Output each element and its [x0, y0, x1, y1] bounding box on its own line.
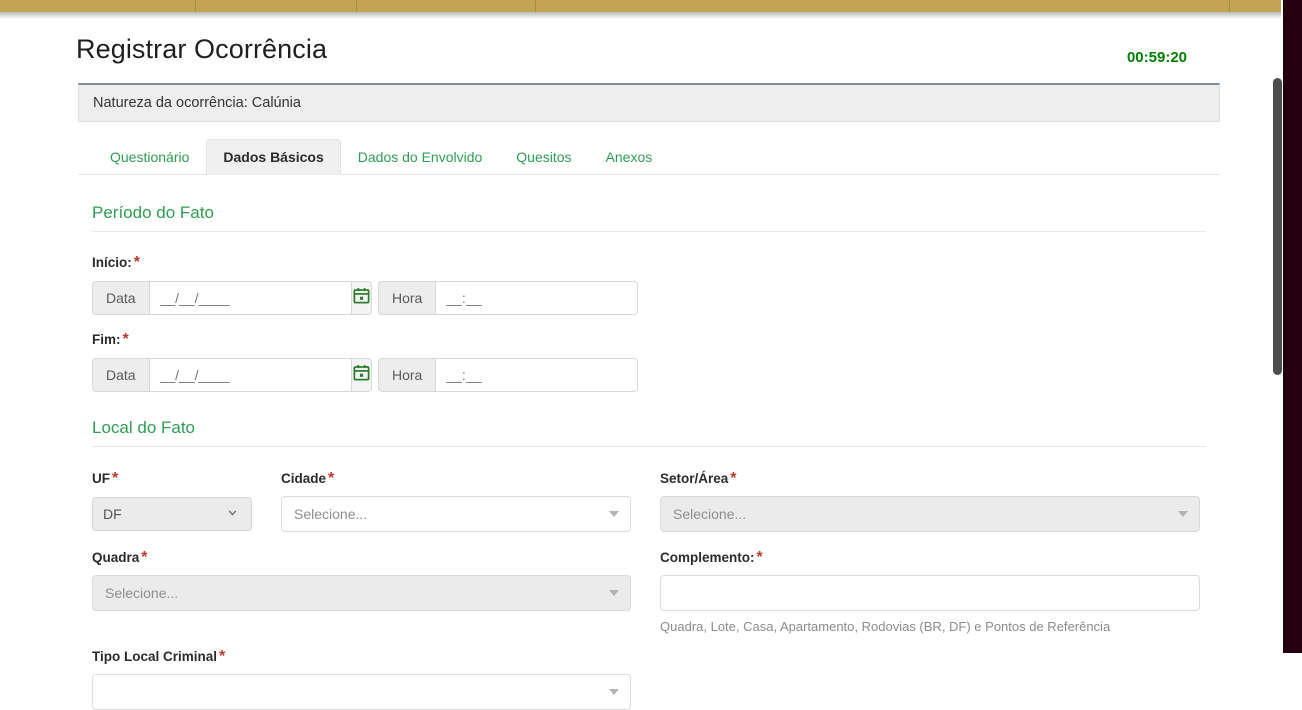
label-setor-area-required: * — [730, 470, 737, 487]
right-edge-strip — [1283, 0, 1302, 653]
occurrence-panel: Natureza da ocorrência: Calúnia Question… — [78, 83, 1220, 710]
label-fim-text: Fim: — [92, 332, 121, 347]
label-inicio-text: Início: — [92, 255, 132, 270]
label-inicio-required: * — [133, 254, 140, 271]
setor-area-select[interactable]: Selecione... — [660, 496, 1200, 532]
browser-tab-1[interactable] — [0, 0, 196, 12]
quadra-select[interactable]: Selecione... — [92, 575, 631, 611]
tab-anexos[interactable]: Anexos — [589, 139, 670, 175]
fim-time-input[interactable] — [435, 358, 639, 392]
label-quadra-text: Quadra — [92, 550, 140, 565]
fim-date-group: Data — [92, 358, 372, 392]
label-complemento: Complemento: * — [660, 549, 1200, 567]
field-setor-area: Setor/Área * Selecione... — [660, 470, 1200, 532]
uf-select[interactable]: DF — [92, 497, 252, 531]
tipo-local-criminal-select[interactable] — [92, 674, 631, 710]
label-setor-area: Setor/Área * — [660, 470, 1200, 488]
label-uf: UF * — [92, 470, 252, 488]
tab-quesitos[interactable]: Quesitos — [499, 139, 588, 175]
browser-tab-3[interactable] — [357, 0, 536, 12]
section-title-periodo: Período do Fato — [92, 203, 1206, 232]
tabs-container: Questionário Dados Básicos Dados do Envo… — [78, 122, 1220, 175]
field-uf: UF * DF — [92, 470, 252, 532]
fim-date-addon: Data — [92, 358, 149, 392]
label-cidade-required: * — [328, 470, 335, 487]
uf-select-value: DF — [103, 506, 122, 522]
tab-dados-basicos[interactable]: Dados Básicos — [206, 139, 341, 175]
label-tipo-local-criminal: Tipo Local Criminal * — [92, 648, 1206, 666]
label-fim-required: * — [122, 331, 129, 348]
browser-tab-2[interactable] — [196, 0, 357, 12]
fim-date-input[interactable] — [148, 358, 352, 392]
fim-calendar-button[interactable] — [351, 358, 372, 392]
dropdown-arrow-icon — [609, 511, 619, 517]
inicio-date-input[interactable] — [148, 281, 352, 315]
label-quadra: Quadra * — [92, 549, 631, 567]
label-fim: Fim: * — [92, 331, 1206, 349]
inicio-date-addon: Data — [92, 281, 149, 315]
inicio-time-group: Hora — [378, 281, 639, 315]
dropdown-arrow-icon — [1178, 511, 1188, 517]
cidade-select[interactable]: Selecione... — [281, 496, 631, 532]
calendar-icon — [352, 363, 371, 387]
complemento-input[interactable] — [660, 575, 1200, 611]
section-title-local: Local do Fato — [92, 418, 1206, 447]
quadra-select-value: Selecione... — [105, 585, 179, 601]
occurrence-nature-heading: Natureza da ocorrência: Calúnia — [78, 83, 1220, 122]
fim-time-addon: Hora — [378, 358, 436, 392]
tab-questionario[interactable]: Questionário — [93, 139, 206, 175]
label-quadra-required: * — [141, 549, 148, 566]
inicio-date-group: Data — [92, 281, 372, 315]
field-complemento: Complemento: * Quadra, Lote, Casa, Aparta… — [660, 549, 1200, 634]
label-inicio: Início: * — [92, 254, 1206, 272]
label-uf-required: * — [112, 470, 119, 487]
label-setor-area-text: Setor/Área — [660, 471, 729, 486]
inicio-calendar-button[interactable] — [351, 281, 372, 315]
calendar-icon — [352, 286, 371, 310]
inicio-time-addon: Hora — [378, 281, 436, 315]
label-cidade: Cidade * — [281, 470, 631, 488]
label-tipo-local-criminal-text: Tipo Local Criminal — [92, 649, 218, 664]
dropdown-arrow-icon — [609, 689, 619, 695]
section-local-do-fato: Local do Fato UF * DF Cidade * Selecione… — [78, 418, 1220, 710]
chevron-down-icon — [226, 506, 239, 522]
page-content: Registrar Ocorrência 00:59:20 Natureza d… — [0, 19, 1283, 710]
page-title: Registrar Ocorrência — [76, 34, 328, 64]
inicio-time-input[interactable] — [435, 281, 639, 315]
field-cidade: Cidade * Selecione... — [281, 470, 631, 532]
label-complemento-text: Complemento: — [660, 550, 755, 565]
section-periodo-do-fato: Período do Fato Início: * Data __/__/___… — [78, 203, 1220, 392]
vertical-scrollbar-thumb[interactable] — [1273, 78, 1282, 375]
label-complemento-required: * — [756, 549, 763, 566]
complemento-help-text: Quadra, Lote, Casa, Apartamento, Rodovia… — [660, 619, 1111, 634]
setor-area-select-value: Selecione... — [673, 506, 747, 522]
topbar-shadow — [0, 12, 1281, 19]
cidade-select-value: Selecione... — [294, 506, 368, 522]
browser-tab-4[interactable] — [536, 0, 1230, 12]
tab-dados-do-envolvido[interactable]: Dados do Envolvido — [341, 139, 500, 175]
browser-tab-strip — [0, 0, 1281, 12]
session-timer: 00:59:20 — [1126, 49, 1187, 66]
fim-time-group: Hora — [378, 358, 639, 392]
label-cidade-text: Cidade — [281, 471, 327, 486]
dropdown-arrow-icon — [609, 590, 619, 596]
browser-tab-5[interactable] — [1230, 0, 1281, 12]
field-quadra: Quadra * Selecione... — [92, 549, 631, 634]
label-uf-text: UF — [92, 471, 110, 486]
label-tipo-local-criminal-required: * — [219, 648, 226, 665]
tab-list: Questionário Dados Básicos Dados do Envo… — [78, 139, 1220, 175]
